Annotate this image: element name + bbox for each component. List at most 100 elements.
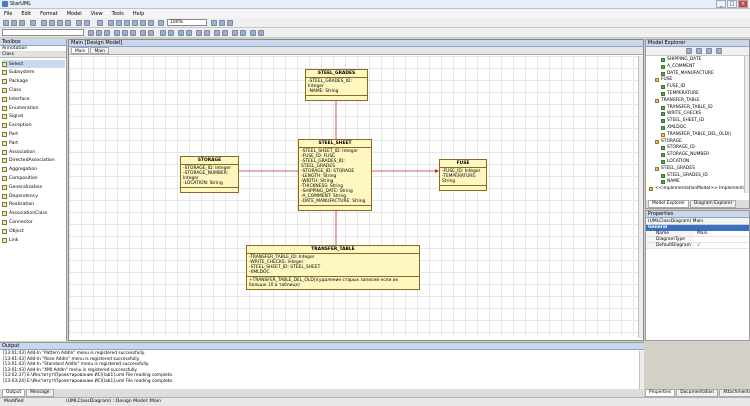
bring-front-icon[interactable]	[232, 30, 238, 36]
tree-item[interactable]: STEEL_GRADES_ID	[661, 173, 708, 179]
underline-icon[interactable]	[104, 30, 110, 36]
tool-object[interactable]: Object	[2, 227, 24, 235]
rectilinear-icon[interactable]	[196, 30, 202, 36]
tool-signal[interactable]: Signal	[2, 113, 23, 121]
line-style-icon[interactable]	[140, 30, 146, 36]
tab-model-explorer[interactable]: Model Explorer	[648, 200, 689, 208]
undo-icon[interactable]	[76, 20, 82, 26]
tab-message[interactable]: Message	[26, 389, 54, 397]
tree-item[interactable]: A_COMMENT	[661, 64, 695, 70]
tree-item[interactable]: STORAGE_NUMBER	[661, 152, 709, 158]
line-color-icon[interactable]	[130, 30, 136, 36]
tool-subsystem[interactable]: Subsystem	[2, 69, 34, 77]
property-value[interactable]	[694, 237, 697, 242]
menu-tools[interactable]: Tools	[112, 11, 124, 17]
tool-enumeration[interactable]: Enumeration	[2, 104, 39, 112]
tab-main-1[interactable]: Main	[71, 47, 90, 54]
diagram-vertical-scrollbar[interactable]	[638, 56, 643, 338]
tool-link[interactable]: Link	[2, 236, 18, 244]
stereotype-display-icon[interactable]	[250, 30, 256, 36]
zoom-in-icon[interactable]	[158, 20, 164, 26]
stereotype-icon[interactable]	[148, 30, 154, 36]
tree-item[interactable]: FUSE	[655, 77, 672, 83]
tree-item[interactable]: NAME	[661, 179, 680, 185]
tool-realization[interactable]: Realization	[2, 201, 34, 209]
paste-icon[interactable]	[57, 20, 63, 26]
suppress-operations-icon[interactable]	[168, 30, 174, 36]
grid-icon[interactable]	[227, 20, 233, 26]
italic-icon[interactable]	[96, 30, 102, 36]
tab-output[interactable]: Output	[2, 389, 26, 397]
oblique-icon[interactable]	[204, 30, 210, 36]
copy-icon[interactable]	[49, 20, 55, 26]
save-icon[interactable]	[19, 20, 25, 26]
menu-help[interactable]: Help	[133, 11, 144, 17]
tree-item[interactable]: DATE_MANUFACTURE	[661, 71, 714, 77]
delete-icon[interactable]	[65, 20, 71, 26]
tree-item[interactable]: STORAGE_ID	[661, 145, 695, 151]
layout-icon[interactable]	[222, 30, 228, 36]
tool-part[interactable]: Part	[2, 139, 18, 147]
find-icon[interactable]	[97, 20, 103, 26]
fit-icon[interactable]	[219, 20, 225, 26]
cut-icon[interactable]	[41, 20, 47, 26]
class-fuse[interactable]: FUSE -FUSE_ID: Integer -TEMPERATURE: Str…	[439, 159, 487, 191]
class-steel-sheet[interactable]: STEEL_SHEET -STEEL_SHEET_ID: Integer -FU…	[298, 139, 372, 211]
zoom-out-icon[interactable]	[211, 20, 217, 26]
class-storage[interactable]: STORAGE -STORAGE_ID: Integer -STORAGE_NU…	[180, 156, 239, 193]
collapse-icon[interactable]	[716, 48, 722, 54]
tool-composition[interactable]: Composition	[2, 174, 38, 182]
tree-item[interactable]: FUSE_ID	[661, 84, 685, 90]
tree-item[interactable]: <<implementationModel>> Implementation M…	[649, 186, 749, 192]
minimize-button[interactable]: _	[716, 0, 726, 8]
tree-item[interactable]: TEMPERATURE	[661, 91, 699, 97]
tool-exception[interactable]: Exception	[2, 122, 32, 130]
suppress-attributes-icon[interactable]	[160, 30, 166, 36]
tree-item[interactable]: STEEL_SHEET_ID	[661, 118, 704, 124]
add-icon[interactable]	[686, 48, 692, 54]
align-right-icon[interactable]	[124, 20, 130, 26]
class-steel-grades[interactable]: STEEL_GRADES -STEEL_GRADES_ID: Integer -…	[305, 69, 368, 101]
maximize-button[interactable]: □	[727, 0, 737, 8]
sort-icon[interactable]	[706, 48, 712, 54]
tree-item[interactable]: TRANSFER_TABLE_DEL_OLD()	[661, 132, 731, 138]
tool-package[interactable]: Package	[2, 78, 28, 86]
tree-item[interactable]: STEEL_GRADES	[655, 166, 695, 172]
tool-connector[interactable]: Connector	[2, 218, 33, 226]
close-button[interactable]: ×	[738, 0, 748, 8]
tool-association[interactable]: Association	[2, 148, 35, 156]
tree-item[interactable]: STORAGE	[655, 139, 682, 145]
property-row[interactable]: DefaultDiagram ✓	[646, 243, 749, 249]
show-operation-signature-icon[interactable]	[186, 30, 192, 36]
align-center-icon[interactable]	[116, 20, 122, 26]
tool-select[interactable]: Select	[2, 60, 65, 68]
menu-file[interactable]: File	[4, 11, 12, 17]
redo-icon[interactable]	[84, 20, 90, 26]
tab-attachments[interactable]: Attachments	[719, 389, 750, 397]
tool-aggregation[interactable]: Aggregation	[2, 166, 37, 174]
diagram-canvas[interactable]: STEEL_GRADES -STEEL_GRADES_ID: Integer -…	[69, 56, 638, 336]
tool-generalization[interactable]: Generalization	[2, 183, 42, 191]
menu-format[interactable]: Format	[40, 11, 58, 17]
font-select[interactable]	[2, 29, 84, 36]
tab-diagram-explorer[interactable]: Diagram Explorer	[689, 200, 737, 208]
tool-class[interactable]: Class	[2, 86, 21, 94]
tree-item[interactable]: LOCATION	[661, 159, 689, 165]
auto-resize-icon[interactable]	[214, 30, 220, 36]
align-left-icon[interactable]	[108, 20, 114, 26]
menu-model[interactable]: Model	[67, 11, 82, 17]
tool-associationclass[interactable]: AssociationClass	[2, 210, 47, 218]
explorer-scrollbar[interactable]	[744, 56, 749, 193]
align-middle-icon[interactable]	[140, 20, 146, 26]
property-value[interactable]: ✓	[694, 243, 701, 248]
tool-directedassociation[interactable]: DirectedAssociation	[2, 157, 55, 165]
visibility-icon[interactable]	[258, 30, 264, 36]
tree-item[interactable]: SHIPPING_DATE	[661, 57, 701, 63]
tab-properties[interactable]: Properties	[645, 389, 676, 397]
output-scrollbar[interactable]	[639, 351, 644, 390]
menu-view[interactable]: View	[91, 11, 103, 17]
tree-item[interactable]: WRITE_CHECKS	[661, 111, 701, 117]
font-color-icon[interactable]	[114, 30, 120, 36]
tab-documentation[interactable]: Documentation	[676, 389, 719, 397]
filter-icon[interactable]	[696, 48, 702, 54]
